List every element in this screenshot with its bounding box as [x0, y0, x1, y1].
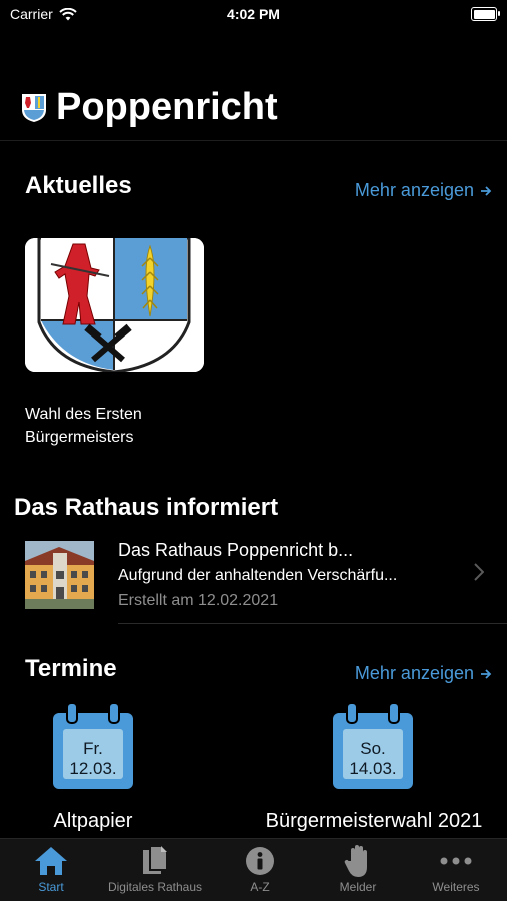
tab-label: A-Z — [250, 880, 270, 894]
chevron-right-icon[interactable] — [474, 563, 484, 581]
rathaus-news-title[interactable]: Das Rathaus Poppenricht b... — [118, 540, 353, 561]
more-link-label: Mehr anzeigen — [354, 180, 474, 200]
tab-a-z[interactable]: A-Z — [209, 842, 311, 894]
event-day: So. — [360, 739, 386, 758]
battery-icon — [471, 7, 500, 21]
more-link-label: Mehr anzeigen — [354, 663, 474, 683]
event-name[interactable]: Altpapier — [0, 810, 186, 833]
coat-of-arms-image — [25, 238, 204, 372]
rathaus-news-thumbnail[interactable] — [25, 541, 94, 609]
tab-label: Start — [38, 880, 64, 894]
news-card-image[interactable] — [25, 238, 204, 372]
status-time: 4:02 PM — [227, 6, 280, 22]
section-title-rathaus: Das Rathaus informiert — [14, 494, 279, 521]
rathaus-news-date: Erstellt am 12.02.2021 — [118, 592, 279, 609]
termine-more-link[interactable]: Mehr anzeigen — [355, 663, 492, 684]
info-icon — [246, 847, 274, 875]
row-divider — [118, 623, 507, 624]
house-icon — [35, 847, 67, 875]
more-icon — [440, 857, 472, 865]
hand-icon — [344, 845, 367, 877]
event-day: Fr. — [83, 739, 103, 758]
arrow-right-icon — [481, 668, 492, 679]
town-hall-photo — [25, 541, 94, 609]
event-name[interactable]: Bürgermeisterwahl 2021 — [248, 810, 500, 833]
section-title-aktuelles: Aktuelles — [25, 172, 132, 199]
coat-of-arms-icon — [22, 94, 46, 122]
tab-weiteres[interactable]: Weiteres — [405, 842, 507, 894]
tab-digitales-rathaus[interactable]: Digitales Rathaus — [104, 842, 206, 894]
documents-icon — [143, 845, 168, 874]
aktuelles-more-link[interactable]: Mehr anzeigen — [355, 180, 492, 201]
tab-melder[interactable]: Melder — [307, 842, 409, 894]
rathaus-news-subtitle: Aufgrund der anhaltenden Verschärfu... — [118, 567, 398, 584]
news-card-caption[interactable]: Wahl des Ersten Bürgermeisters — [25, 403, 225, 449]
tab-label: Melder — [339, 880, 377, 894]
calendar-icon[interactable]: So. 14.03. — [331, 703, 415, 791]
section-title-termine: Termine — [25, 655, 117, 682]
calendar-icon[interactable]: Fr. 12.03. — [51, 703, 135, 791]
event-date: 12.03. — [69, 759, 117, 778]
header-divider — [0, 140, 507, 141]
event-date: 14.03. — [349, 759, 397, 778]
tab-label: Digitales Rathaus — [107, 880, 203, 894]
app-title: Poppenricht — [56, 86, 278, 128]
tab-start[interactable]: Start — [0, 842, 102, 894]
arrow-right-icon — [481, 185, 492, 196]
tab-label: Weiteres — [432, 880, 480, 894]
